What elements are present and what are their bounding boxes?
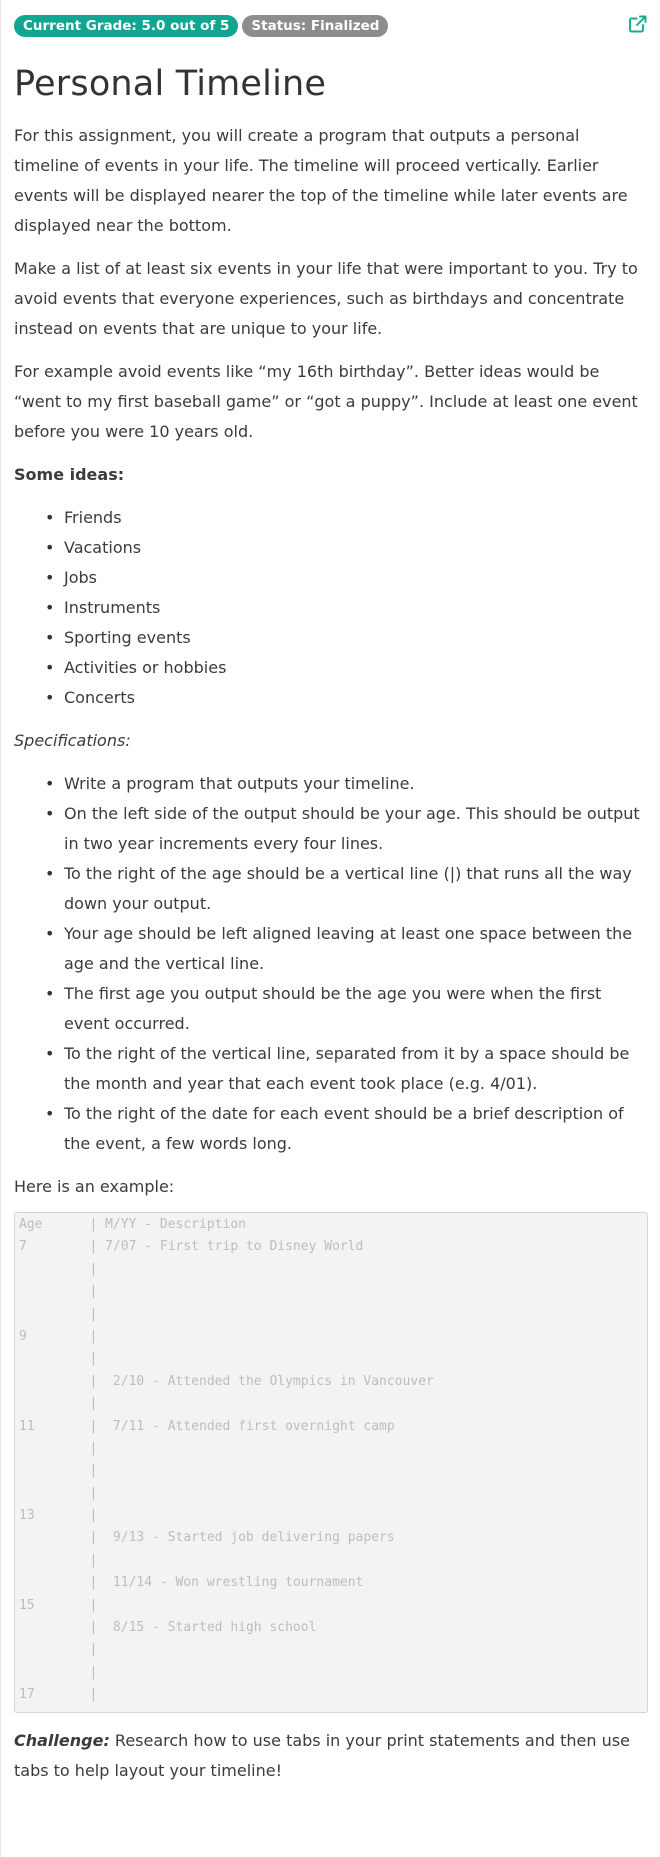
intro-paragraph: For example avoid events like “my 16th b… bbox=[14, 362, 638, 441]
challenge-paragraph: Challenge: Research how to use tabs in y… bbox=[14, 1726, 648, 1786]
code-line: 7 | 7/07 - First trip to Disney World bbox=[19, 1239, 364, 1255]
list-item: Activities or hobbies bbox=[45, 653, 648, 683]
list-item: To the right of the vertical line, separ… bbox=[45, 1039, 648, 1099]
specs-heading: Specifications: bbox=[14, 731, 131, 750]
intro-paragraph: Make a list of at least six events in yo… bbox=[14, 259, 638, 338]
list-item: Sporting events bbox=[45, 623, 648, 653]
badge-row: Current Grade: 5.0 out of 5 Status: Fina… bbox=[14, 15, 648, 37]
code-line: | bbox=[19, 1463, 98, 1479]
code-line: Age | M/YY - Description bbox=[19, 1217, 246, 1232]
list-item: Friends bbox=[45, 503, 648, 533]
list-item: Jobs bbox=[45, 563, 648, 593]
list-item: Vacations bbox=[45, 533, 648, 563]
assignment-page: Current Grade: 5.0 out of 5 Status: Fina… bbox=[1, 0, 660, 1786]
code-line: | bbox=[19, 1396, 98, 1412]
code-line: | 11/14 - Won wrestling tournament bbox=[19, 1575, 364, 1591]
code-line: | bbox=[19, 1306, 98, 1322]
example-code-block: Age | M/YY - Description 7 | 7/07 - Firs… bbox=[14, 1212, 648, 1713]
code-line: | bbox=[19, 1261, 98, 1277]
example-intro: Here is an example: bbox=[14, 1177, 175, 1196]
ideas-heading: Some ideas: bbox=[14, 465, 125, 484]
code-line: | bbox=[19, 1642, 98, 1658]
code-line: | 8/15 - Started high school bbox=[19, 1620, 317, 1636]
list-item: Your age should be left aligned leaving … bbox=[45, 919, 648, 979]
list-item: Concerts bbox=[45, 683, 648, 713]
open-external-button[interactable] bbox=[628, 14, 648, 34]
list-item: To the right of the age should be a vert… bbox=[45, 859, 648, 919]
code-line: | 2/10 - Attended the Olympics in Vancou… bbox=[19, 1373, 434, 1389]
list-item: To the right of the date for each event … bbox=[45, 1099, 648, 1159]
code-line: 15 | bbox=[19, 1597, 98, 1613]
page-title: Personal Timeline bbox=[14, 64, 327, 104]
code-line: | 9/13 - Started job delivering papers bbox=[19, 1530, 395, 1546]
code-line: 11 | 7/11 - Attended first overnight cam… bbox=[19, 1418, 395, 1434]
code-line: | bbox=[19, 1485, 98, 1501]
code-line: | bbox=[19, 1664, 98, 1680]
code-line: 13 | bbox=[19, 1508, 98, 1524]
challenge-label: Challenge: bbox=[14, 1731, 110, 1750]
intro-paragraph: For this assignment, you will create a p… bbox=[14, 126, 628, 235]
specs-list: Write a program that outputs your timeli… bbox=[14, 769, 648, 1159]
code-line: | bbox=[19, 1552, 98, 1568]
code-line: 9 | bbox=[19, 1328, 98, 1344]
status-badge: Status: Finalized bbox=[242, 15, 389, 37]
list-item: Write a program that outputs your timeli… bbox=[45, 769, 648, 799]
list-item: On the left side of the output should be… bbox=[45, 799, 648, 859]
code-line: | bbox=[19, 1284, 98, 1300]
grade-badge: Current Grade: 5.0 out of 5 bbox=[14, 15, 239, 37]
list-item: The first age you output should be the a… bbox=[45, 979, 648, 1039]
ideas-list: Friends Vacations Jobs Instruments Sport… bbox=[14, 503, 648, 713]
list-item: Instruments bbox=[45, 593, 648, 623]
code-line: 17 | bbox=[19, 1687, 98, 1703]
code-line: | bbox=[19, 1440, 98, 1456]
external-link-icon bbox=[629, 15, 647, 33]
code-line: | bbox=[19, 1351, 98, 1367]
